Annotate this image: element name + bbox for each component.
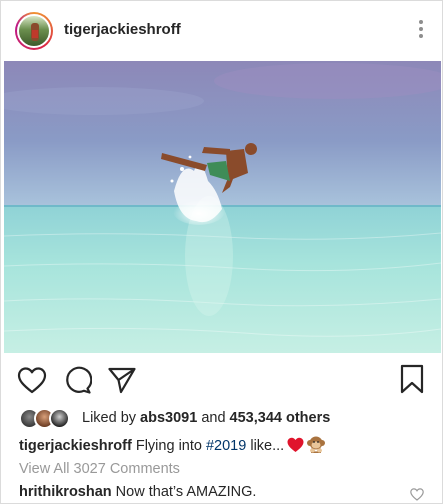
comment-like-icon[interactable] <box>410 488 424 501</box>
post-username[interactable]: tigerjackieshroff <box>64 21 181 38</box>
caption-text: Flying into <box>131 438 206 454</box>
caption-username[interactable]: tigerjackieshroff <box>19 438 132 454</box>
likes-joiner: and <box>197 410 230 426</box>
post-photo[interactable] <box>4 61 441 353</box>
comment-text: Now that’s AMAZING. <box>111 484 257 500</box>
photo-icon <box>4 61 441 353</box>
post-caption: tigerjackieshroff Flying into #2019 like… <box>19 435 439 458</box>
liker-avatars[interactable] <box>19 408 73 430</box>
comment-item: hrithikroshan Now that’s AMAZING. <box>19 484 439 500</box>
caption-hashtag[interactable]: #2019 <box>206 438 246 454</box>
heart-emoji <box>287 437 304 457</box>
share-icon[interactable] <box>107 366 137 394</box>
likes-row: Liked by abs3091 and 453,344 others <box>19 408 439 430</box>
caption-text-end: like... <box>246 438 285 454</box>
like-icon[interactable] <box>17 366 47 394</box>
instagram-post: tigerjackieshroff Liked by abs3091 and 4… <box>0 0 443 504</box>
bookmark-icon[interactable] <box>399 364 425 394</box>
monkey-emoji <box>306 435 326 458</box>
comment-icon[interactable] <box>62 366 93 394</box>
liker-username[interactable]: abs3091 <box>140 410 197 426</box>
view-all-comments-link[interactable]: View All 3027 Comments <box>19 461 180 477</box>
avatar-image <box>17 14 51 48</box>
more-options-icon[interactable] <box>418 20 424 40</box>
liker-avatar <box>49 408 70 429</box>
post-header: tigerjackieshroff <box>1 1 443 59</box>
likes-count[interactable]: 453,344 others <box>230 410 331 426</box>
likes-prefix: Liked by <box>82 410 141 426</box>
likes-text: Liked by abs3091 and 453,344 others <box>82 410 330 426</box>
avatar[interactable] <box>15 12 53 50</box>
comment-username[interactable]: hrithikroshan <box>19 484 112 500</box>
